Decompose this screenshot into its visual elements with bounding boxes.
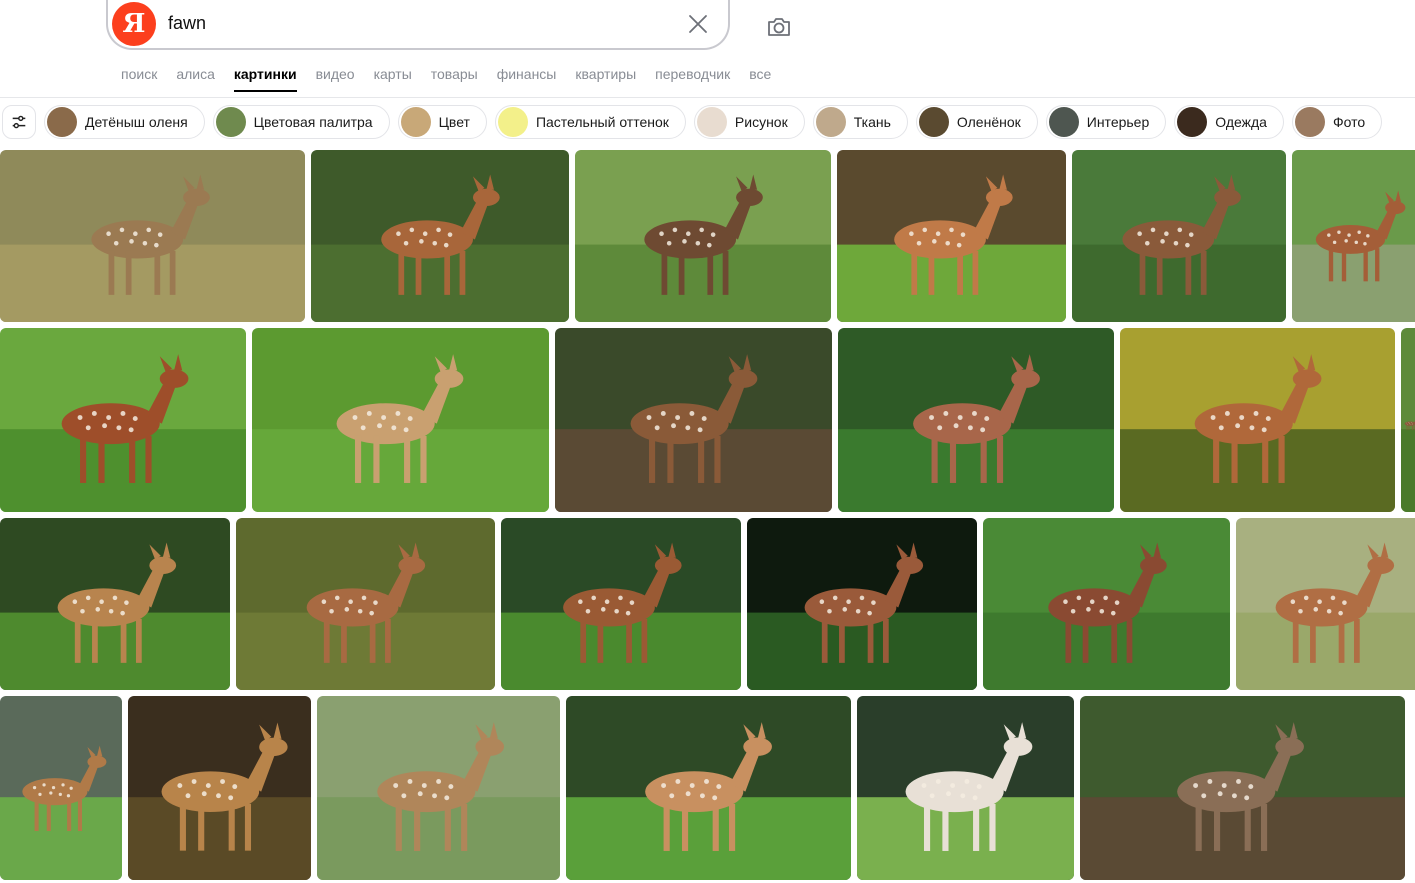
tab-2[interactable]: картинки <box>233 66 297 92</box>
image-result[interactable] <box>857 696 1074 880</box>
image-row <box>0 518 1415 690</box>
suggestion-chip[interactable]: Цвет <box>397 105 487 139</box>
search-tabs: поиск алиса картинки видео карты товары финанс… <box>121 66 790 92</box>
image-result[interactable] <box>1292 150 1415 322</box>
chip-thumbnail <box>47 107 77 137</box>
chip-thumbnail <box>497 107 528 137</box>
suggestion-chip[interactable]: Одежда <box>1174 105 1284 139</box>
chip-label: Оленёнок <box>956 114 1021 130</box>
image-result[interactable] <box>566 696 851 880</box>
image-row <box>0 328 1415 512</box>
suggestion-chip[interactable]: Оленёнок <box>915 105 1038 139</box>
tab-7[interactable]: квартиры <box>575 66 636 92</box>
image-result[interactable] <box>837 150 1066 322</box>
suggestion-chip[interactable]: Рисунок <box>693 105 805 139</box>
tab-3[interactable]: видео <box>316 66 355 92</box>
image-result[interactable] <box>317 696 560 880</box>
suggestion-chip[interactable]: Ткань <box>812 105 908 139</box>
image-result[interactable] <box>983 518 1230 690</box>
chip-label: Детёныш оленя <box>85 114 188 130</box>
image-result[interactable] <box>0 696 122 880</box>
header-divider <box>0 97 1415 98</box>
image-result[interactable] <box>747 518 977 690</box>
image-result[interactable] <box>575 150 831 322</box>
close-icon[interactable] <box>686 12 710 36</box>
chip-label: Цветовая палитра <box>253 114 373 130</box>
image-result[interactable] <box>236 518 495 690</box>
yandex-logo[interactable]: Я <box>112 2 156 46</box>
tab-4[interactable]: карты <box>374 66 412 92</box>
chip-label: Рисунок <box>734 114 788 130</box>
chip-label: Цвет <box>438 114 470 130</box>
image-result[interactable] <box>1072 150 1286 322</box>
chip-thumbnail <box>400 107 431 137</box>
image-row <box>0 150 1415 322</box>
image-result[interactable] <box>838 328 1114 512</box>
suggestion-chip[interactable]: Пастельный оттенок <box>494 105 686 139</box>
tab-9[interactable]: все <box>749 66 771 92</box>
image-result[interactable] <box>555 328 832 512</box>
chip-label: Одежда <box>1215 114 1267 130</box>
image-result[interactable] <box>0 150 305 322</box>
suggestion-chip[interactable]: Цветовая палитра <box>212 105 390 139</box>
chip-thumbnail <box>1177 107 1208 137</box>
chip-label: Фото <box>1332 114 1366 130</box>
chip-label: Пастельный оттенок <box>535 114 669 130</box>
search-box[interactable]: Я fawn <box>106 0 730 50</box>
image-result[interactable] <box>0 518 230 690</box>
suggestion-chip[interactable]: Фото <box>1291 105 1383 139</box>
image-row <box>0 696 1405 880</box>
image-result[interactable] <box>1080 696 1405 880</box>
image-result[interactable] <box>252 328 549 512</box>
suggestion-chips: Детёныш оленя Цветовая палитра Цвет Пастель… <box>2 105 1383 141</box>
search-input[interactable]: fawn <box>168 13 206 34</box>
image-result[interactable] <box>0 328 246 512</box>
image-result[interactable] <box>128 696 311 880</box>
image-result[interactable] <box>1401 328 1415 512</box>
chip-label: Интерьер <box>1086 114 1150 130</box>
chip-thumbnail <box>696 107 727 137</box>
chip-thumbnail <box>918 107 949 137</box>
chip-thumbnail <box>215 107 246 137</box>
tab-1[interactable]: алиса <box>176 66 215 92</box>
chip-label: Ткань <box>853 114 891 130</box>
chip-thumbnail <box>1048 107 1079 137</box>
image-result[interactable] <box>311 150 569 322</box>
camera-icon[interactable] <box>764 12 794 42</box>
tab-6[interactable]: финансы <box>497 66 557 92</box>
image-result[interactable] <box>1236 518 1415 690</box>
suggestion-chip[interactable]: Детёныш оленя <box>44 105 205 139</box>
tab-0[interactable]: поиск <box>121 66 157 92</box>
tab-5[interactable]: товары <box>431 66 478 92</box>
image-result[interactable] <box>1120 328 1395 512</box>
chip-thumbnail <box>1294 107 1325 137</box>
image-result[interactable] <box>501 518 741 690</box>
filter-settings-button[interactable] <box>2 105 36 139</box>
chip-thumbnail <box>815 107 846 137</box>
sliders-icon <box>12 115 26 129</box>
suggestion-chip[interactable]: Интерьер <box>1045 105 1167 139</box>
tab-8[interactable]: переводчик <box>655 66 730 92</box>
